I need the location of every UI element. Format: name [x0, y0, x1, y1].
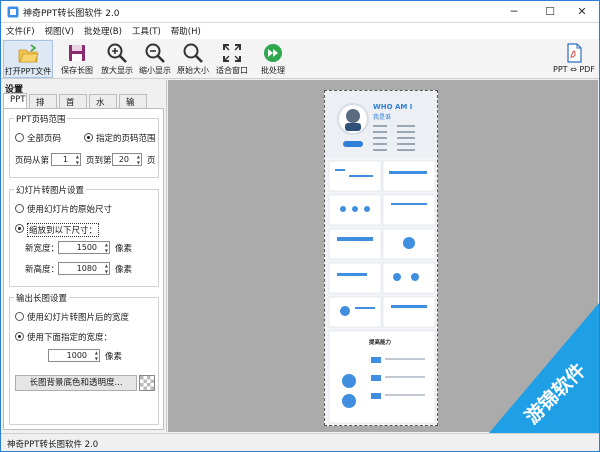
new-height-label: 新高度： [25, 265, 60, 275]
save-icon [69, 45, 85, 61]
menu-view[interactable]: 视图(V) [40, 23, 79, 39]
zoom-out-button[interactable]: 缩小显示 [137, 40, 173, 78]
tab-layout[interactable]: 排版 [29, 94, 57, 120]
window-title: 神奇PPT转长图软件 2.0 [23, 9, 120, 19]
menu-batch[interactable]: 批处理(B) [79, 23, 127, 39]
use-custom-width-radio[interactable] [15, 332, 24, 341]
specified-range-radio[interactable] [84, 133, 93, 142]
batch-button[interactable]: 批处理 [255, 40, 291, 78]
zoom-in-icon [107, 43, 127, 63]
slide-image-group: 幻灯片转图片设置 使用幻灯片的原始尺寸 缩放到以下尺寸： 新宽度： 1500 像… [9, 184, 159, 287]
scale-radio[interactable] [15, 224, 24, 233]
output-unit-label: 像素 [105, 352, 123, 362]
output-image-title: 输出长图设置 [14, 292, 70, 304]
preview-slides: WHO AM I 我是谁 提高能力 [325, 91, 437, 424]
minimize-button[interactable]: ─ [497, 1, 531, 22]
fit-window-icon [223, 44, 241, 62]
toolbar: 打开PPT文件 保存长图 放大显示 缩小显示 原始大小 适合窗口 批处理 PPT… [1, 39, 599, 79]
all-pages-label: 全部页码 [27, 134, 62, 144]
who-am-i-text: WHO AM I [373, 103, 412, 111]
slide-image-title: 幻灯片转图片设置 [14, 184, 87, 196]
tab-watermark[interactable]: 水印 [89, 94, 117, 120]
specified-range-label: 指定的页码范围 [96, 134, 156, 144]
zoom-in-button[interactable]: 放大显示 [99, 40, 135, 78]
ppt-pdf-button[interactable]: PPT ⇔ PDF [551, 40, 597, 78]
original-size-button[interactable]: 原始大小 [175, 40, 211, 78]
use-slide-width-radio[interactable] [15, 312, 24, 321]
height-unit-label: 像素 [115, 265, 133, 275]
page-range-title: PPT页码范围 [14, 113, 68, 125]
menu-file[interactable]: 文件(F) [1, 23, 40, 39]
tab-cover[interactable]: 首页 [59, 94, 87, 120]
status-text: 神奇PPT转长图软件 2.0 [7, 440, 99, 450]
long-image-preview: WHO AM I 我是谁 提高能力 [324, 90, 438, 426]
save-image-button[interactable]: 保存长图 [57, 40, 97, 78]
menu-help[interactable]: 帮助(H) [166, 23, 206, 39]
all-pages-radio[interactable] [15, 133, 24, 142]
open-ppt-button[interactable]: 打开PPT文件 [3, 40, 53, 78]
background-color-button[interactable]: 长图背景底色和透明度... [15, 375, 137, 391]
tab-output[interactable]: 输出 [119, 94, 147, 120]
original-size-radio[interactable] [15, 204, 24, 213]
output-image-group: 输出长图设置 使用幻灯片转图片后的宽度 使用下面指定的宽度： 1000 像素 长… [9, 292, 159, 425]
settings-panel: 设置 PPT 排版 首页 水印 输出 PPT页码范围 全部页码 指定的页码范围 … [1, 80, 167, 432]
menu-tools[interactable]: 工具(T) [127, 23, 166, 39]
new-width-stepper[interactable]: 1500 [58, 241, 110, 254]
folder-open-icon [18, 44, 39, 63]
original-size-label: 使用幻灯片的原始尺寸 [27, 205, 113, 215]
use-slide-width-label: 使用幻灯片转图片后的宽度 [27, 313, 130, 323]
from-page-stepper[interactable]: 1 [51, 153, 81, 166]
magnifier-icon [183, 43, 203, 63]
section-title-text: 提高能力 [369, 338, 392, 346]
tab-content: PPT页码范围 全部页码 指定的页码范围 页码从第 1 页到第 20 页 幻灯片… [3, 108, 164, 430]
page-range-group: PPT页码范围 全部页码 指定的页码范围 页码从第 1 页到第 20 页 [9, 113, 159, 178]
new-width-label: 新宽度： [25, 244, 60, 254]
new-height-stepper[interactable]: 1080 [58, 262, 110, 275]
pdf-icon [567, 43, 582, 63]
fast-forward-icon [264, 44, 282, 62]
fit-window-button[interactable]: 适合窗口 [213, 40, 251, 78]
menu-bar: 文件(F) 视图(V) 批处理(B) 工具(T) 帮助(H) [1, 23, 599, 39]
my-name-text: 我是谁 [373, 113, 391, 121]
width-unit-label: 像素 [115, 244, 133, 254]
maximize-button[interactable]: ☐ [533, 1, 567, 22]
to-page-stepper[interactable]: 20 [112, 153, 142, 166]
status-bar: 神奇PPT转长图软件 2.0 [1, 433, 599, 451]
use-custom-width-label: 使用下面指定的宽度： [27, 333, 113, 343]
tab-ppt[interactable]: PPT [3, 93, 27, 108]
scale-label: 缩放到以下尺寸： [27, 223, 100, 237]
to-label: 页到第 [86, 156, 112, 166]
close-button[interactable]: ✕ [565, 1, 599, 22]
output-width-stepper[interactable]: 1000 [48, 349, 100, 362]
title-bar: 神奇PPT转长图软件 2.0 ─ ☐ ✕ [1, 1, 599, 23]
page-unit-label: 页 [147, 156, 156, 166]
transparency-swatch[interactable] [139, 375, 155, 391]
app-window: 神奇PPT转长图软件 2.0 ─ ☐ ✕ 文件(F) 视图(V) 批处理(B) 工具(… [0, 0, 600, 452]
zoom-out-icon [145, 43, 165, 63]
watermark-logo: 游锦软件 [489, 303, 599, 433]
from-label: 页码从第 [15, 156, 50, 166]
app-icon [7, 6, 19, 18]
